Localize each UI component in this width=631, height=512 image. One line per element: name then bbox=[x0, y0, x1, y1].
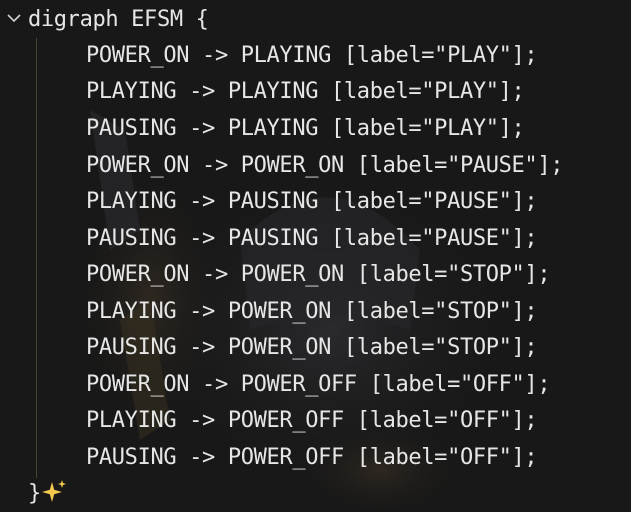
code-line-footer: } bbox=[28, 481, 41, 506]
code-editor[interactable]: digraph EFSM { POWER_ON -> PLAYING [labe… bbox=[0, 0, 631, 512]
code-line: POWER_ON -> POWER_ON [label="STOP"]; bbox=[86, 262, 551, 287]
chevron-down-icon[interactable] bbox=[6, 6, 22, 30]
code-line: POWER_ON -> POWER_OFF [label="OFF"]; bbox=[86, 372, 551, 397]
sparkle-icon[interactable] bbox=[42, 479, 68, 505]
code-line: PLAYING -> POWER_OFF [label="OFF"]; bbox=[86, 408, 538, 433]
code-line: PAUSING -> POWER_ON [label="STOP"]; bbox=[86, 335, 538, 360]
code-line: PLAYING -> PAUSING [label="PAUSE"]; bbox=[86, 189, 538, 214]
code-line: PAUSING -> PLAYING [label="PLAY"]; bbox=[86, 116, 525, 141]
code-line: PAUSING -> PAUSING [label="PAUSE"]; bbox=[86, 226, 538, 251]
code-line: POWER_ON -> PLAYING [label="PLAY"]; bbox=[86, 43, 538, 68]
code-line: POWER_ON -> POWER_ON [label="PAUSE"]; bbox=[86, 153, 564, 178]
code-line: PAUSING -> POWER_OFF [label="OFF"]; bbox=[86, 445, 538, 470]
code-line: PLAYING -> POWER_ON [label="STOP"]; bbox=[86, 299, 538, 324]
indent-guide bbox=[36, 38, 37, 478]
code-line-header: digraph EFSM { bbox=[28, 7, 209, 32]
code-line: PLAYING -> PLAYING [label="PLAY"]; bbox=[86, 79, 525, 104]
